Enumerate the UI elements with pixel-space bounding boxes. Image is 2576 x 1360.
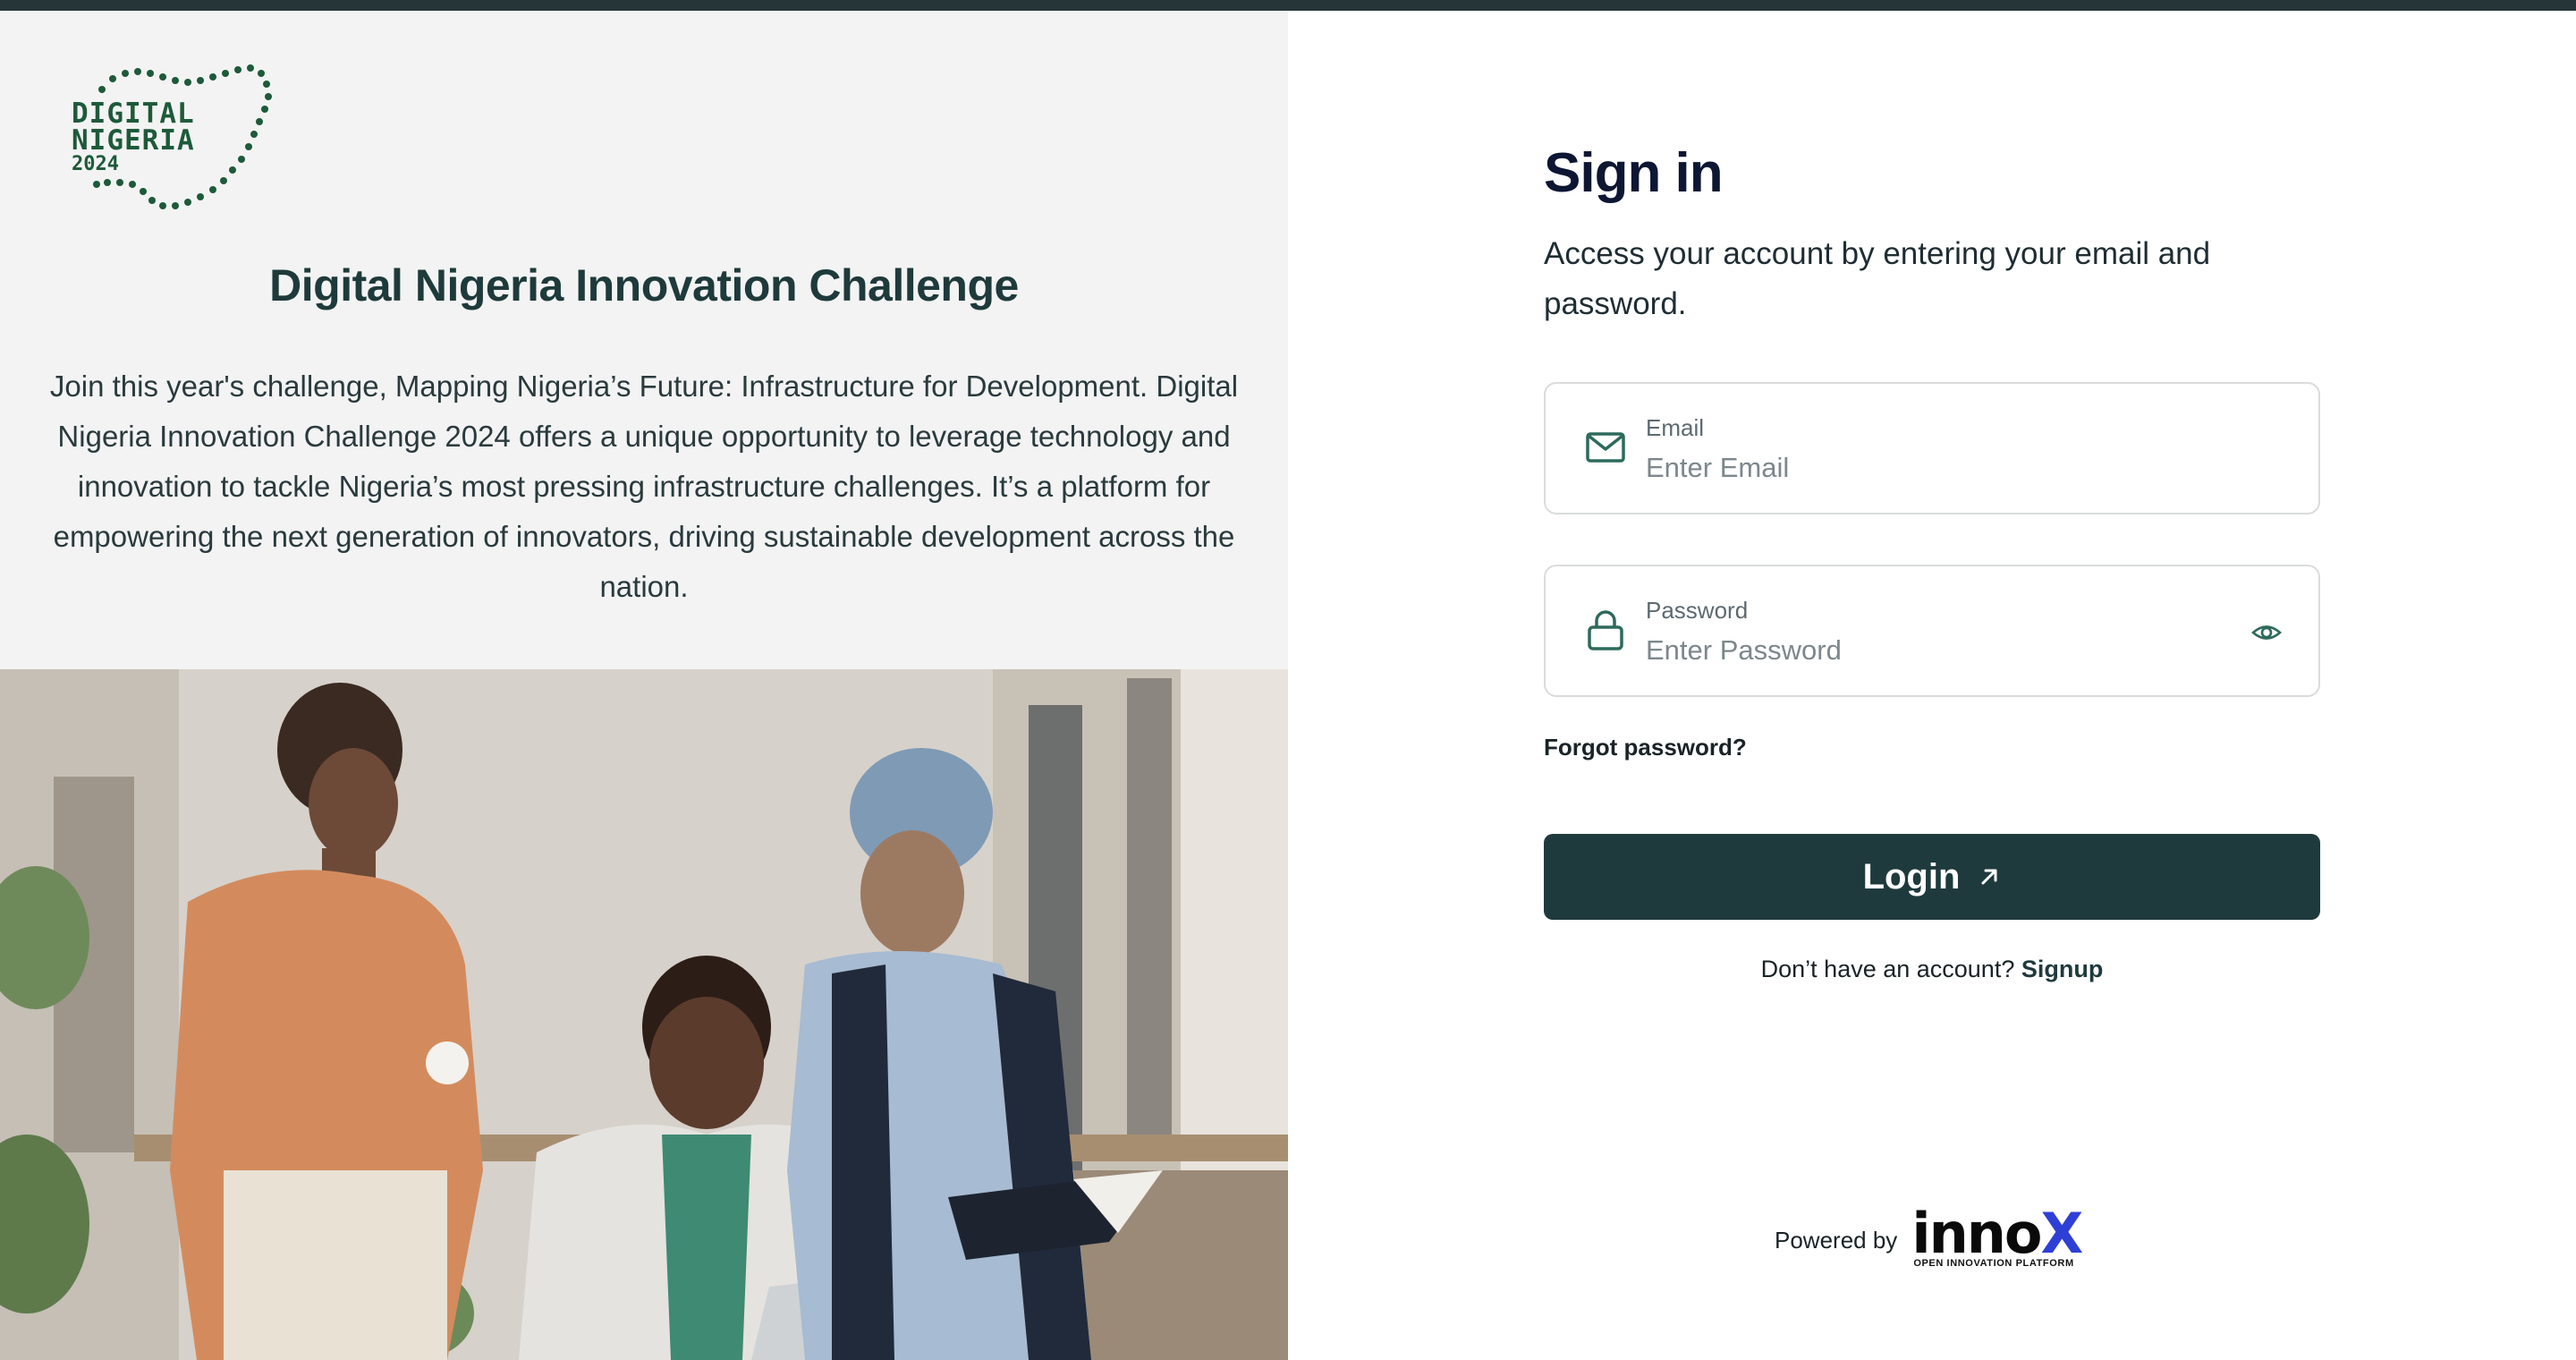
arrow-up-right-icon bbox=[1981, 869, 1997, 885]
logo-line-3: 2024 bbox=[72, 153, 119, 175]
team-photo bbox=[0, 669, 1288, 1360]
innox-name: inno bbox=[1911, 1201, 2042, 1266]
signup-prompt: Don’t have an account? Signup bbox=[1544, 956, 2320, 983]
forgot-password-link[interactable]: Forgot password? bbox=[1544, 734, 1747, 761]
eye-icon[interactable] bbox=[2250, 616, 2283, 649]
powered-by: Powered by innoX OPEN INNOVATION PLATFOR… bbox=[1775, 1201, 2090, 1276]
signup-link[interactable]: Signup bbox=[2021, 956, 2103, 982]
challenge-title: Digital Nigeria Innovation Challenge bbox=[269, 260, 1019, 310]
innox-wordmark: innoX bbox=[1911, 1201, 2083, 1266]
signin-title: Sign in bbox=[1544, 142, 1724, 204]
logo-wordmark: DIGITAL NIGERIA 2024 bbox=[72, 100, 195, 175]
password-input[interactable] bbox=[1646, 631, 2218, 670]
login-button-label: Login bbox=[1862, 856, 1961, 897]
password-label: Password bbox=[1646, 597, 1749, 624]
powered-by-text: Powered by bbox=[1775, 1226, 1898, 1254]
password-field[interactable]: Password bbox=[1544, 565, 2320, 697]
challenge-description: Join this year's challenge, Mapping Nige… bbox=[49, 370, 1239, 603]
left-panel: DIGITAL NIGERIA 2024 Digital Nigeria Inn… bbox=[0, 11, 1288, 1360]
mail-icon bbox=[1586, 432, 1625, 463]
email-label: Email bbox=[1646, 414, 1705, 441]
innox-x: X bbox=[2040, 1201, 2083, 1266]
login-button[interactable]: Login bbox=[1544, 834, 2320, 920]
digital-nigeria-logo: DIGITAL NIGERIA 2024 bbox=[66, 57, 290, 218]
signin-subtitle: Access your account by entering your ema… bbox=[1544, 236, 2211, 321]
lock-icon bbox=[1588, 610, 1623, 650]
innox-tagline: OPEN INNOVATION PLATFORM bbox=[1913, 1258, 2074, 1269]
top-bar bbox=[0, 0, 2576, 11]
logo-line-2: NIGERIA bbox=[72, 124, 195, 157]
logo-line-1: DIGITAL bbox=[72, 98, 195, 130]
email-input[interactable] bbox=[1646, 448, 2218, 488]
team-photo-illustration bbox=[0, 669, 1288, 1360]
no-account-text: Don’t have an account? bbox=[1760, 956, 2015, 982]
innox-logo: innoX OPEN INNOVATION PLATFORM bbox=[1911, 1201, 2090, 1274]
right-panel: Sign in Access your account by entering … bbox=[1288, 11, 2576, 1360]
email-field[interactable]: Email bbox=[1544, 382, 2320, 514]
